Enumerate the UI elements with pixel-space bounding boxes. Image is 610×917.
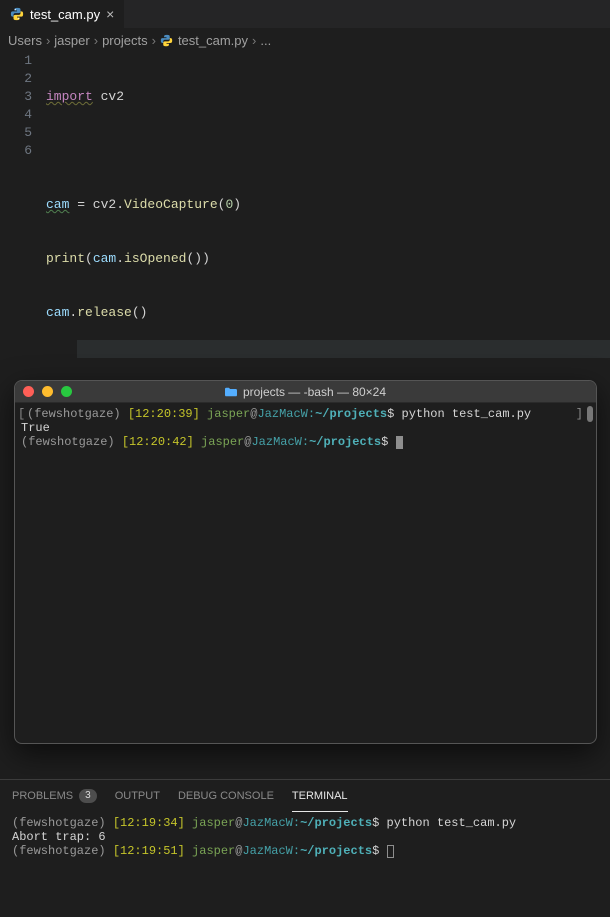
- editor-tab-bar: test_cam.py ×: [0, 0, 610, 28]
- cursor: [387, 845, 394, 858]
- python-icon: [160, 33, 174, 47]
- scroll-marker: ]: [576, 407, 583, 421]
- code-content[interactable]: import cv2 cam = cv2.VideoCapture(0) pri…: [46, 52, 610, 376]
- tab-output[interactable]: OUTPUT: [115, 790, 160, 802]
- chevron-right-icon: ›: [46, 33, 50, 48]
- breadcrumb-item[interactable]: jasper: [54, 33, 89, 48]
- terminal-line: True: [21, 421, 590, 435]
- close-button[interactable]: [23, 386, 34, 397]
- window-title: projects — -bash — 80×24: [225, 385, 386, 399]
- python-icon: [10, 7, 24, 21]
- traffic-lights: [23, 386, 72, 397]
- chevron-right-icon: ›: [252, 33, 256, 48]
- breadcrumb: Users › jasper › projects › test_cam.py …: [0, 28, 610, 52]
- close-icon[interactable]: ×: [106, 6, 114, 22]
- scroll-marker: [: [18, 407, 25, 421]
- code-editor[interactable]: 1 2 3 4 5 6 import cv2 cam = cv2.VideoCa…: [0, 52, 610, 376]
- line-number: 6: [0, 142, 32, 160]
- code-line: cam = cv2.VideoCapture(0): [46, 196, 610, 214]
- terminal-line: (fewshotgaze) [12:19:34] jasper@JazMacW:…: [12, 816, 598, 830]
- cursor: [396, 436, 403, 449]
- macos-titlebar[interactable]: projects — -bash — 80×24: [15, 381, 596, 403]
- macos-terminal-window[interactable]: projects — -bash — 80×24 [ ] (fewshotgaz…: [14, 380, 597, 744]
- code-line: [77, 340, 610, 358]
- tab-terminal[interactable]: TERMINAL: [292, 780, 348, 812]
- editor-tab[interactable]: test_cam.py ×: [0, 0, 124, 28]
- integrated-terminal[interactable]: (fewshotgaze) [12:19:34] jasper@JazMacW:…: [0, 812, 610, 878]
- code-line: [46, 142, 610, 160]
- line-number: 5: [0, 124, 32, 142]
- folder-icon: [225, 387, 237, 397]
- terminal-line: (fewshotgaze) [12:19:51] jasper@JazMacW:…: [12, 844, 598, 858]
- maximize-button[interactable]: [61, 386, 72, 397]
- terminal-line: (fewshotgaze) [12:20:42] jasper@JazMacW:…: [21, 435, 590, 449]
- line-gutter: 1 2 3 4 5 6: [0, 52, 46, 376]
- tab-debug-console[interactable]: DEBUG CONSOLE: [178, 790, 274, 802]
- breadcrumb-item[interactable]: ...: [260, 33, 271, 48]
- code-line: print(cam.isOpened()): [46, 250, 610, 268]
- bottom-panel: PROBLEMS 3 OUTPUT DEBUG CONSOLE TERMINAL…: [0, 779, 610, 878]
- code-line: import cv2: [46, 88, 610, 106]
- line-number: 1: [0, 52, 32, 70]
- problems-badge: 3: [79, 789, 97, 803]
- breadcrumb-item[interactable]: Users: [8, 33, 42, 48]
- terminal-line: (fewshotgaze) [12:20:39] jasper@JazMacW:…: [21, 407, 590, 421]
- terminal-line: Abort trap: 6: [12, 830, 598, 844]
- panel-tabs: PROBLEMS 3 OUTPUT DEBUG CONSOLE TERMINAL: [0, 780, 610, 812]
- line-number: 4: [0, 106, 32, 124]
- terminal-body[interactable]: [ ] (fewshotgaze) [12:20:39] jasper@JazM…: [15, 403, 596, 743]
- scrollbar-thumb[interactable]: [587, 406, 593, 422]
- breadcrumb-item[interactable]: test_cam.py: [178, 33, 248, 48]
- line-number: 3: [0, 88, 32, 106]
- line-number: 2: [0, 70, 32, 88]
- chevron-right-icon: ›: [94, 33, 98, 48]
- chevron-right-icon: ›: [152, 33, 156, 48]
- code-line: cam.release(): [46, 304, 610, 322]
- tab-filename: test_cam.py: [30, 7, 100, 22]
- breadcrumb-item[interactable]: projects: [102, 33, 148, 48]
- minimize-button[interactable]: [42, 386, 53, 397]
- tab-problems[interactable]: PROBLEMS 3: [12, 789, 97, 803]
